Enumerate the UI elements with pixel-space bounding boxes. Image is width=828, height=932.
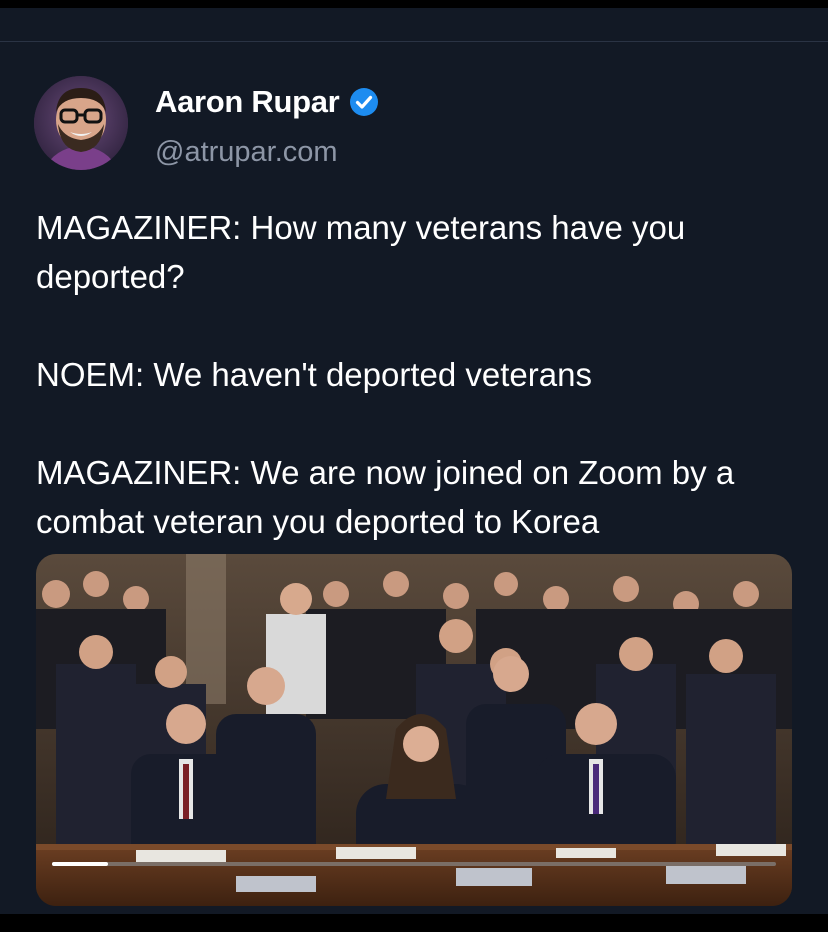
- avatar-photo-icon: [34, 76, 128, 170]
- author-handle[interactable]: @atrupar.com: [155, 136, 338, 169]
- avatar[interactable]: [34, 76, 128, 170]
- author-row[interactable]: Aaron Rupar: [155, 84, 379, 120]
- display-name[interactable]: Aaron Rupar: [155, 84, 340, 120]
- top-bar: [0, 0, 828, 8]
- hearing-room-photo-icon: [36, 554, 792, 906]
- divider: [0, 41, 828, 42]
- post-card[interactable]: Aaron Rupar @atrupar.com MAGAZINER: How …: [0, 8, 828, 914]
- bottom-bar: [0, 914, 828, 932]
- post-text: MAGAZINER: How many veterans have you de…: [36, 209, 735, 540]
- verified-badge-icon: [349, 87, 379, 117]
- post-media[interactable]: [36, 554, 792, 906]
